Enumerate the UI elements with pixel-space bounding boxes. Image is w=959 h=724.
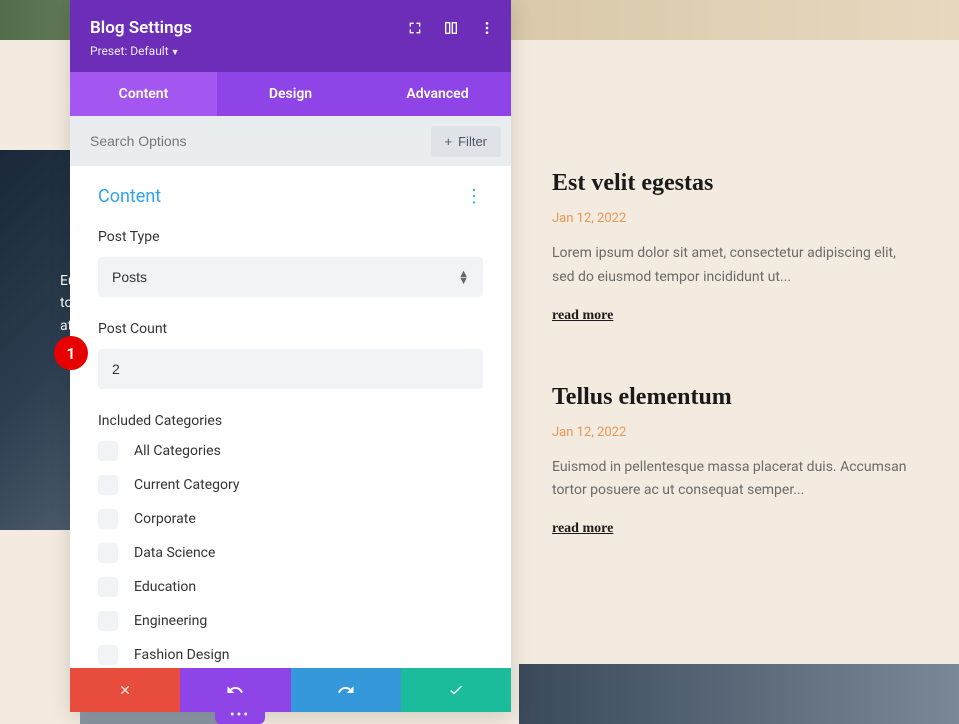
category-label[interactable]: All Categories (134, 443, 221, 459)
search-input[interactable] (80, 121, 431, 161)
section-menu-icon[interactable]: ⋮ (465, 186, 483, 207)
category-item: Fashion Design (98, 645, 483, 665)
post-date: Jan 12, 2022 (552, 211, 912, 226)
undo-icon (226, 681, 244, 699)
filter-button[interactable]: + Filter (431, 126, 501, 157)
expand-icon[interactable] (407, 20, 423, 36)
category-checkbox[interactable] (98, 577, 118, 597)
category-item: Education (98, 577, 483, 597)
category-checkbox[interactable] (98, 509, 118, 529)
categories-list: All Categories Current Category Corporat… (98, 441, 483, 668)
section-title: Content (98, 186, 161, 207)
category-item: All Categories (98, 441, 483, 461)
tab-content[interactable]: Content (70, 72, 217, 116)
background-bottom-right (519, 664, 959, 724)
caret-down-icon: ▼ (171, 48, 180, 58)
redo-icon (337, 681, 355, 699)
category-label[interactable]: Current Category (134, 477, 239, 493)
header-icon-group (407, 20, 495, 36)
section-header: Content ⋮ (98, 186, 483, 207)
category-item: Corporate (98, 509, 483, 529)
post-count-input[interactable] (98, 349, 483, 389)
post-excerpt: Lorem ipsum dolor sit amet, consectetur … (552, 242, 912, 290)
annotation-badge: 1 (54, 336, 88, 370)
category-checkbox[interactable] (98, 543, 118, 563)
post-count-label: Post Count (98, 321, 483, 337)
blog-settings-panel: Blog Settings Preset: Default▼ Content D… (70, 0, 511, 712)
category-label[interactable]: Data Science (134, 545, 215, 561)
panel-header: Blog Settings Preset: Default▼ (70, 0, 511, 72)
category-item: Data Science (98, 543, 483, 563)
post-date: Jan 12, 2022 (552, 425, 912, 440)
blog-post: Tellus elementum Jan 12, 2022 Euismod in… (552, 384, 912, 538)
check-icon (448, 682, 464, 698)
post-type-label: Post Type (98, 229, 483, 245)
category-label[interactable]: Corporate (134, 511, 196, 527)
panel-tabs: Content Design Advanced (70, 72, 511, 116)
category-label[interactable]: Education (134, 579, 196, 595)
category-label[interactable]: Engineering (134, 613, 207, 629)
more-icon[interactable] (479, 20, 495, 36)
category-checkbox[interactable] (98, 475, 118, 495)
cancel-button[interactable] (70, 668, 180, 712)
category-item: Current Category (98, 475, 483, 495)
post-excerpt: Euismod in pellentesque massa placerat d… (552, 456, 912, 504)
tab-design[interactable]: Design (217, 72, 364, 116)
post-title[interactable]: Est velit egestas (552, 170, 912, 197)
category-checkbox[interactable] (98, 441, 118, 461)
confirm-button[interactable] (401, 668, 511, 712)
preset-selector[interactable]: Preset: Default▼ (90, 44, 491, 58)
layout-toggle-icon[interactable] (443, 20, 459, 36)
category-label[interactable]: Fashion Design (134, 647, 229, 663)
tab-advanced[interactable]: Advanced (364, 72, 511, 116)
category-item: Engineering (98, 611, 483, 631)
close-icon (118, 683, 132, 697)
read-more-link[interactable]: read more (552, 308, 613, 323)
read-more-link[interactable]: read more (552, 521, 613, 536)
plus-icon: + (445, 134, 453, 149)
redo-button[interactable] (291, 668, 401, 712)
blog-post: Est velit egestas Jan 12, 2022 Lorem ips… (552, 170, 912, 324)
category-checkbox[interactable] (98, 645, 118, 665)
panel-body: Content ⋮ Post Type Posts ▲▼ Post Count … (70, 166, 511, 668)
post-type-select-wrapper: Posts ▲▼ (98, 257, 483, 297)
footer-bar (70, 668, 511, 712)
blog-preview: Est velit egestas Jan 12, 2022 Lorem ips… (552, 170, 912, 597)
categories-label: Included Categories (98, 413, 483, 429)
category-checkbox[interactable] (98, 611, 118, 631)
more-tab[interactable]: ••• (215, 706, 265, 724)
post-type-select[interactable]: Posts (98, 257, 483, 297)
post-title[interactable]: Tellus elementum (552, 384, 912, 411)
search-row: + Filter (70, 116, 511, 166)
